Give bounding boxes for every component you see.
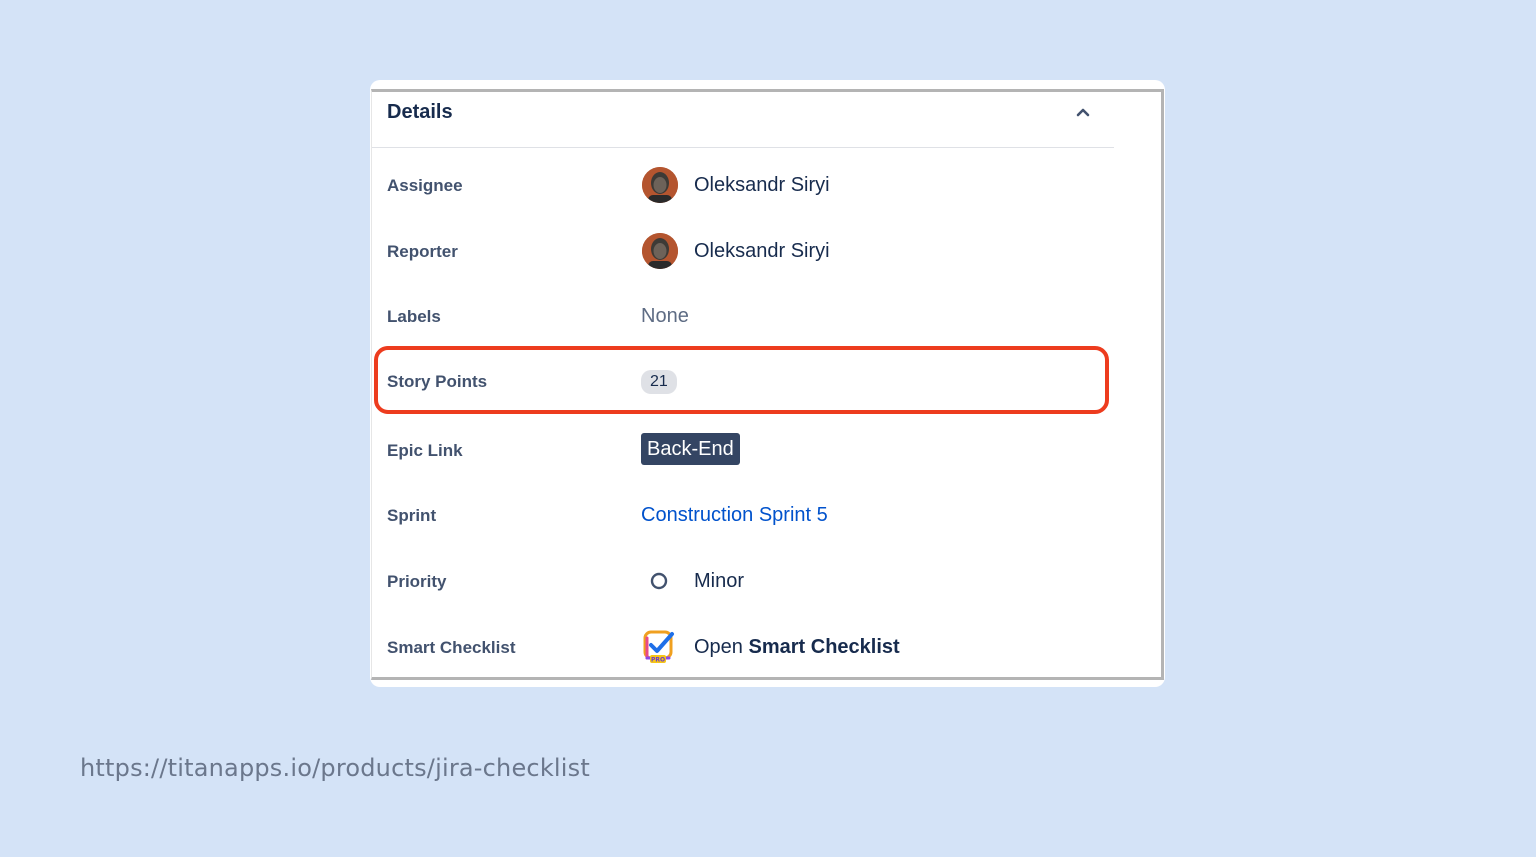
avatar xyxy=(642,233,678,269)
priority-value: Minor xyxy=(694,569,745,592)
field-value-labels[interactable]: None xyxy=(641,305,689,328)
field-value-sprint[interactable]: Construction Sprint 5 xyxy=(641,504,828,527)
labels-value: None xyxy=(641,305,689,327)
sprint-link[interactable]: Construction Sprint 5 xyxy=(641,504,828,527)
field-row-reporter: Reporter Oleksandr Siryi xyxy=(372,228,1114,278)
field-value-epic-link[interactable]: Back-End xyxy=(641,433,740,465)
field-row-story-points: Story Points 21 xyxy=(372,359,1114,409)
field-label-story-points: Story Points xyxy=(387,372,488,391)
epic-lozenge[interactable]: Back-End xyxy=(641,433,740,465)
details-panel: Details Assignee Oleksandr Siryi Reporte… xyxy=(371,89,1164,680)
open-smart-checklist-link[interactable]: Open Smart Checklist xyxy=(694,636,900,659)
field-label-priority: Priority xyxy=(387,572,447,591)
field-label-smart-checklist: Smart Checklist xyxy=(387,638,516,657)
field-label-sprint: Sprint xyxy=(387,506,437,525)
field-value-priority[interactable]: Minor xyxy=(641,569,744,593)
details-title: Details xyxy=(387,101,453,123)
svg-text:PRO: PRO xyxy=(651,657,665,664)
avatar xyxy=(642,167,678,203)
footer-url: https://titanapps.io/products/jira-check… xyxy=(80,754,590,782)
priority-minor-icon xyxy=(641,569,677,593)
chevron-up-icon[interactable] xyxy=(1074,105,1092,119)
field-label-assignee: Assignee xyxy=(387,176,463,195)
field-label-epic-link: Epic Link xyxy=(387,441,463,460)
open-prefix: Open xyxy=(694,635,743,658)
reporter-name: Oleksandr Siryi xyxy=(694,239,830,262)
field-row-priority: Priority Minor xyxy=(372,559,1114,609)
field-label-labels: Labels xyxy=(387,307,441,326)
smart-checklist-icon: PRO xyxy=(641,628,677,666)
field-value-reporter[interactable]: Oleksandr Siryi xyxy=(641,233,830,269)
assignee-name: Oleksandr Siryi xyxy=(694,173,830,196)
field-row-smart-checklist: Smart Checklist PRO Open Smart Checklist xyxy=(372,625,1114,675)
field-row-labels: Labels None xyxy=(372,294,1114,344)
smart-checklist-name: Smart Checklist xyxy=(748,635,900,658)
field-value-assignee[interactable]: Oleksandr Siryi xyxy=(641,167,830,203)
field-value-smart-checklist[interactable]: PRO Open Smart Checklist xyxy=(641,628,900,666)
field-value-story-points[interactable]: 21 xyxy=(641,370,677,394)
field-row-assignee: Assignee Oleksandr Siryi xyxy=(372,162,1114,212)
field-row-epic-link: Epic Link Back-End xyxy=(372,428,1114,478)
story-points-badge: 21 xyxy=(641,370,677,394)
field-row-sprint: Sprint Construction Sprint 5 xyxy=(372,493,1114,543)
details-header[interactable]: Details xyxy=(372,92,1114,148)
field-label-reporter: Reporter xyxy=(387,242,458,261)
